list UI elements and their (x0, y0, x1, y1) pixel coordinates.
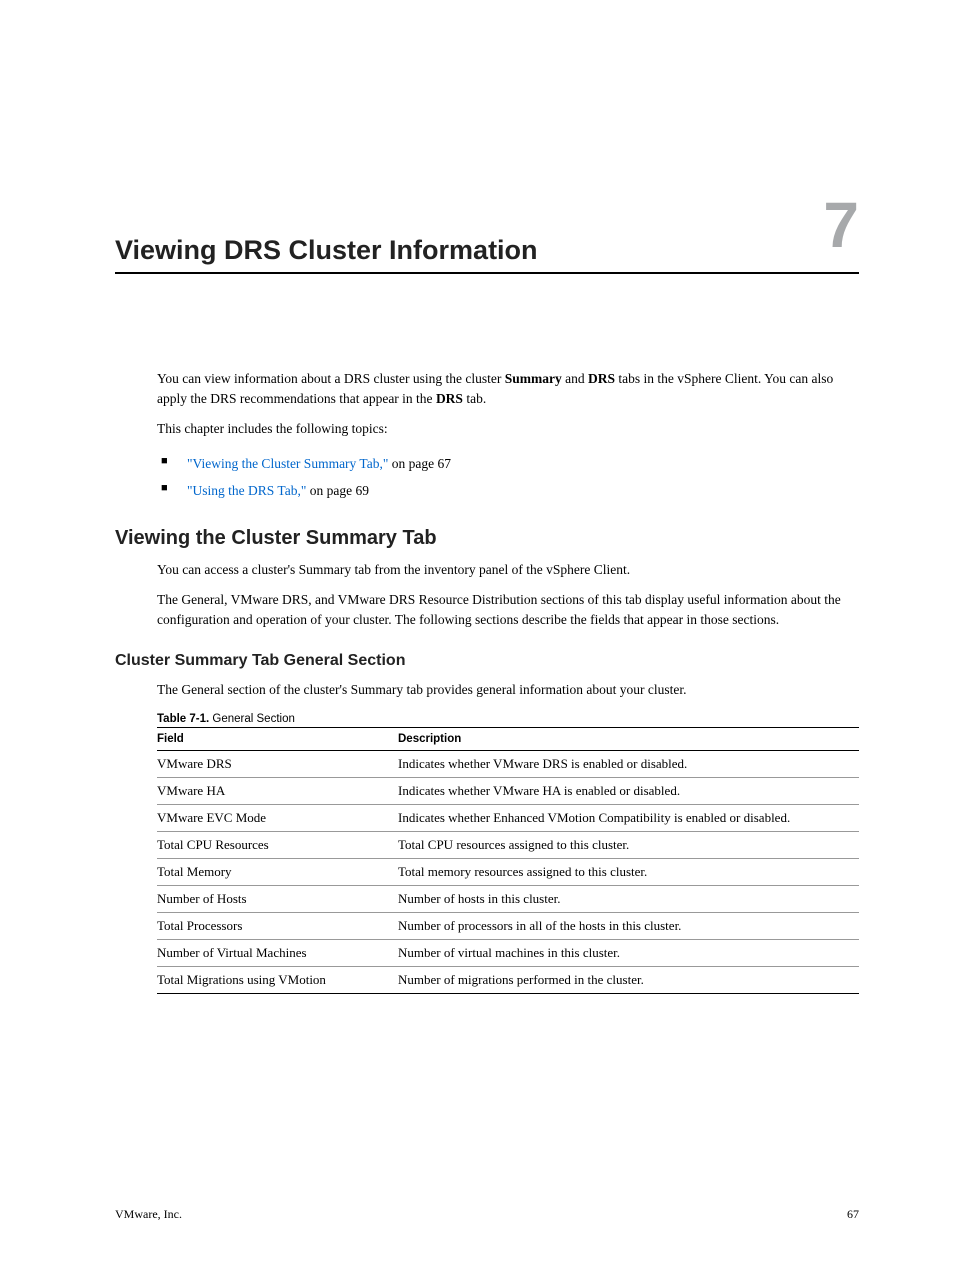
chapter-header: Viewing DRS Cluster Information 7 (115, 235, 859, 274)
topic-suffix: on page 69 (306, 483, 369, 498)
general-section-table: Field Description VMware DRSIndicates wh… (157, 727, 859, 994)
bullet-icon: ■ (161, 481, 168, 497)
text-fragment: You can view information about a DRS clu… (157, 371, 505, 386)
bold-summary: Summary (505, 371, 562, 386)
topic-list: ■ "Viewing the Cluster Summary Tab," on … (157, 450, 859, 505)
cell-description: Number of virtual machines in this clust… (398, 940, 859, 967)
table-header-field: Field (157, 728, 398, 751)
topic-suffix: on page 67 (388, 456, 451, 471)
cell-field: Total CPU Resources (157, 832, 398, 859)
section2-p1: The General section of the cluster's Sum… (157, 680, 859, 700)
cell-field: Total Migrations using VMotion (157, 967, 398, 994)
cell-field: VMware HA (157, 778, 398, 805)
section-heading-general-section: Cluster Summary Tab General Section (115, 652, 859, 670)
cell-description: Indicates whether Enhanced VMotion Compa… (398, 805, 859, 832)
intro-paragraph-1: You can view information about a DRS clu… (157, 369, 859, 408)
table-row: VMware EVC ModeIndicates whether Enhance… (157, 805, 859, 832)
intro-paragraph-2: This chapter includes the following topi… (157, 419, 859, 439)
text-fragment: tab. (463, 391, 486, 406)
table-row: Total Migrations using VMotionNumber of … (157, 967, 859, 994)
cell-description: Number of migrations performed in the cl… (398, 967, 859, 994)
table-header-description: Description (398, 728, 859, 751)
cell-description: Number of hosts in this cluster. (398, 886, 859, 913)
topic-item: ■ "Viewing the Cluster Summary Tab," on … (157, 450, 859, 478)
cell-description: Total memory resources assigned to this … (398, 859, 859, 886)
cell-description: Indicates whether VMware DRS is enabled … (398, 751, 859, 778)
topic-item: ■ "Using the DRS Tab," on page 69 (157, 477, 859, 505)
cell-field: Number of Virtual Machines (157, 940, 398, 967)
cell-description: Total CPU resources assigned to this clu… (398, 832, 859, 859)
table-row: Total CPU ResourcesTotal CPU resources a… (157, 832, 859, 859)
table-row: VMware HAIndicates whether VMware HA is … (157, 778, 859, 805)
cell-field: Number of Hosts (157, 886, 398, 913)
table-row: Number of HostsNumber of hosts in this c… (157, 886, 859, 913)
table-caption-text: General Section (209, 713, 295, 725)
table-row: Total ProcessorsNumber of processors in … (157, 913, 859, 940)
section-heading-viewing-summary: Viewing the Cluster Summary Tab (115, 527, 859, 550)
topic-link[interactable]: "Viewing the Cluster Summary Tab," (187, 456, 388, 471)
topic-link[interactable]: "Using the DRS Tab," (187, 483, 306, 498)
cell-description: Number of processors in all of the hosts… (398, 913, 859, 940)
chapter-number: 7 (823, 193, 859, 257)
bullet-icon: ■ (161, 454, 168, 470)
table-row: VMware DRSIndicates whether VMware DRS i… (157, 751, 859, 778)
cell-field: Total Processors (157, 913, 398, 940)
section1-p2: The General, VMware DRS, and VMware DRS … (157, 590, 859, 629)
bold-drs-2: DRS (436, 391, 463, 406)
text-fragment: and (562, 371, 588, 386)
chapter-title: Viewing DRS Cluster Information (115, 235, 538, 266)
cell-field: VMware EVC Mode (157, 805, 398, 832)
section1-p1: You can access a cluster's Summary tab f… (157, 560, 859, 580)
bold-drs: DRS (588, 371, 615, 386)
table-caption: Table 7-1. General Section (157, 713, 859, 725)
page-footer: VMware, Inc. 67 (115, 1207, 859, 1222)
cell-description: Indicates whether VMware HA is enabled o… (398, 778, 859, 805)
cell-field: VMware DRS (157, 751, 398, 778)
table-row: Total MemoryTotal memory resources assig… (157, 859, 859, 886)
table-caption-label: Table 7-1. (157, 713, 209, 725)
cell-field: Total Memory (157, 859, 398, 886)
footer-page-number: 67 (847, 1207, 859, 1222)
footer-company: VMware, Inc. (115, 1207, 182, 1221)
table-row: Number of Virtual MachinesNumber of virt… (157, 940, 859, 967)
